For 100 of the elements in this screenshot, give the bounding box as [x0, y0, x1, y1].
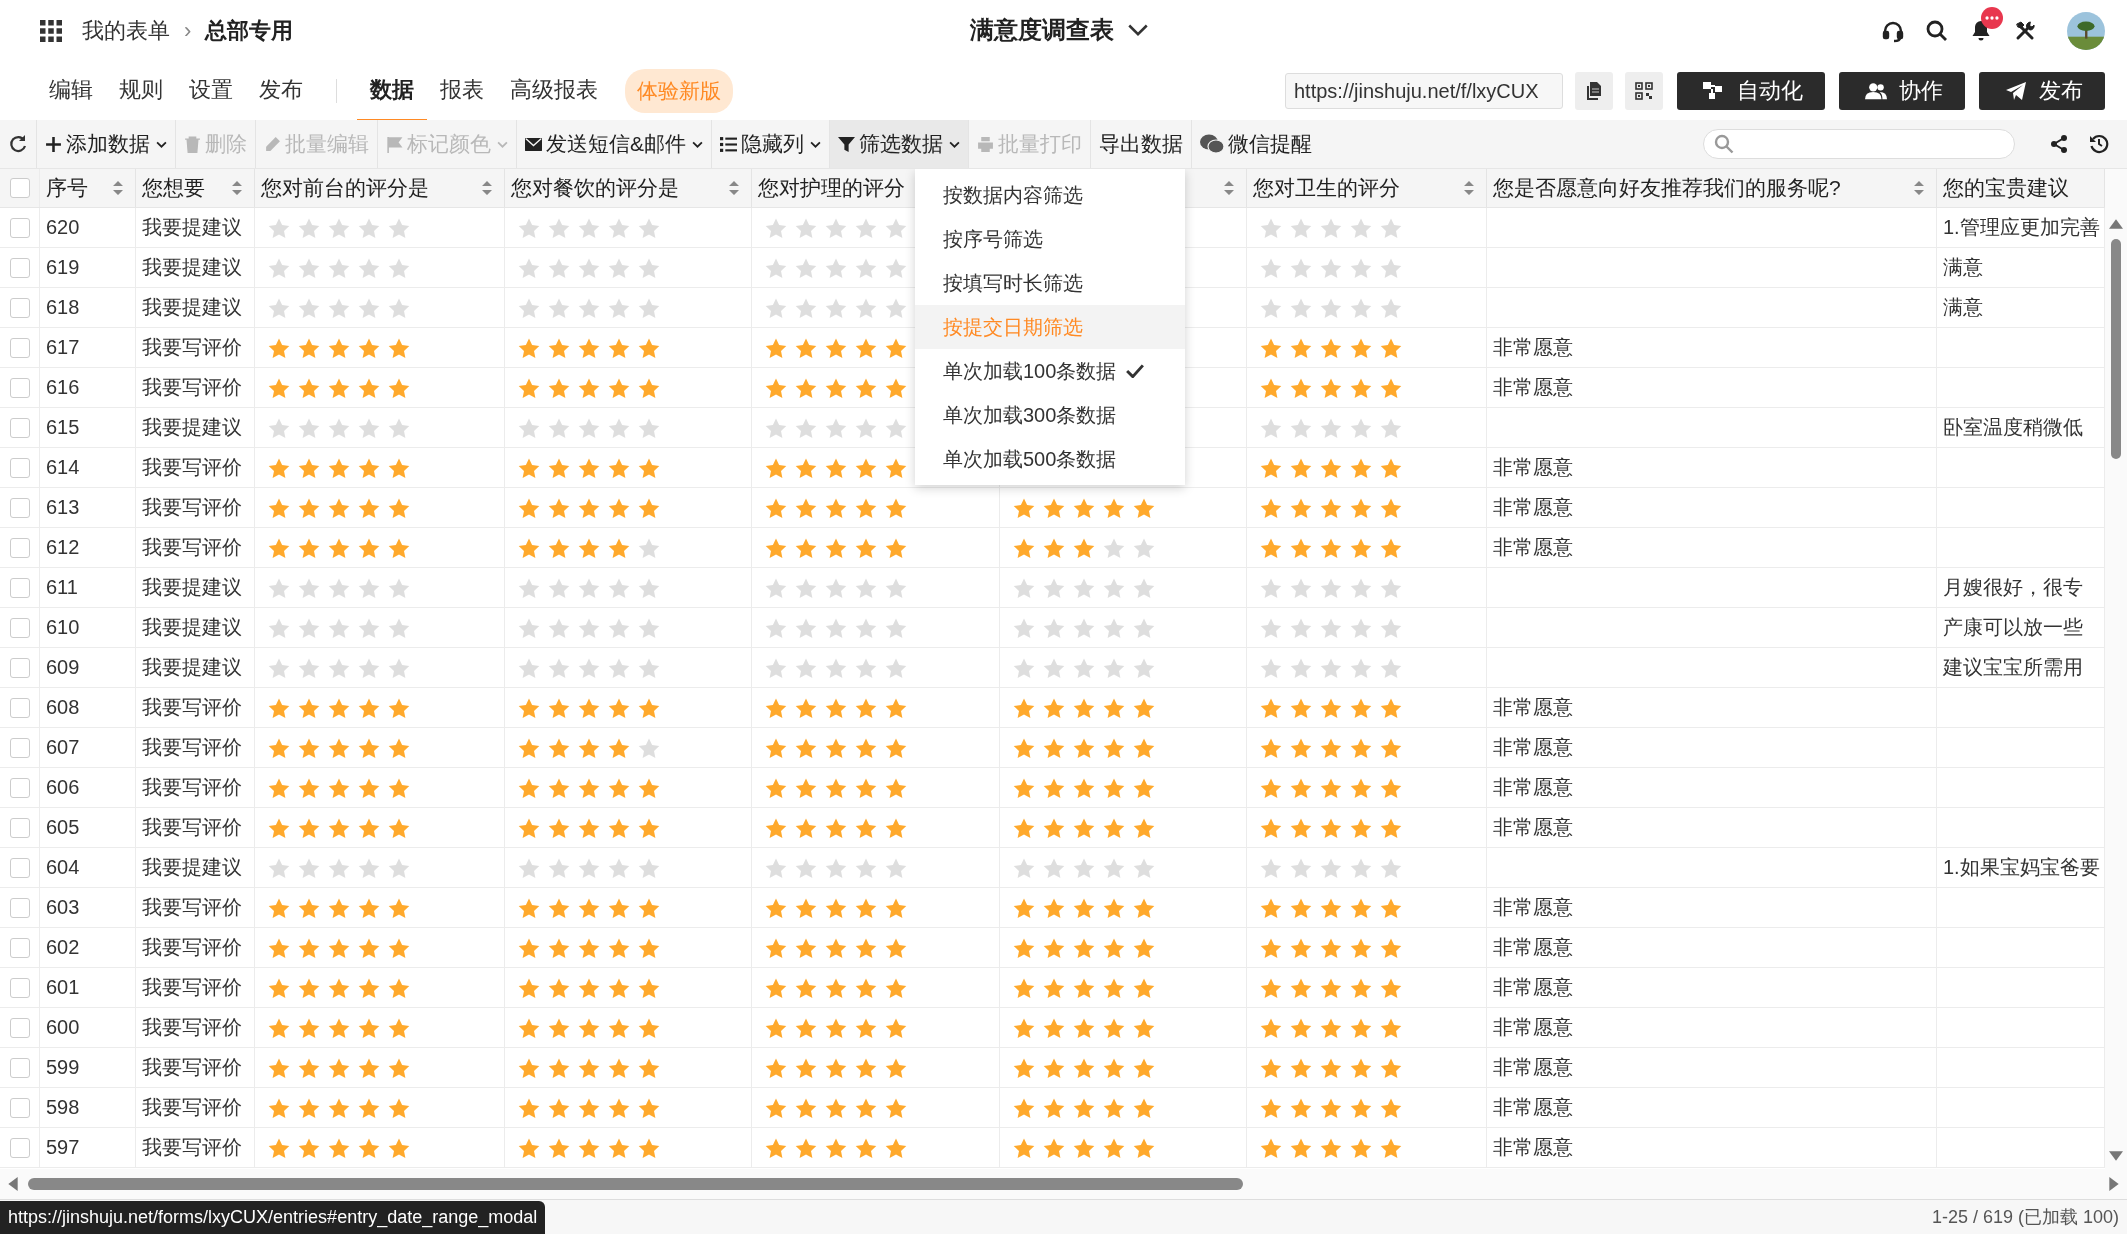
toolbar-button[interactable]: 导出数据 — [1090, 120, 1191, 168]
scroll-right-icon[interactable] — [2109, 1177, 2119, 1191]
apps-grid-icon[interactable] — [40, 20, 62, 42]
row-checkbox[interactable] — [9, 1137, 30, 1158]
table-cell: 600 — [46, 1016, 80, 1039]
history-icon[interactable] — [2089, 134, 2109, 154]
row-checkbox[interactable] — [9, 1097, 30, 1118]
table-cell-text: 我要提建议 — [142, 255, 242, 280]
row-checkbox[interactable] — [9, 617, 30, 638]
row-checkbox[interactable] — [9, 1057, 30, 1078]
row-checkbox[interactable] — [9, 817, 30, 838]
table-cell-text: 我要写评价 — [142, 375, 242, 400]
sort-icon[interactable] — [729, 181, 739, 195]
table-cell-text: 我要提建议 — [142, 615, 242, 640]
table-cell: 620 — [46, 216, 80, 239]
avatar[interactable] — [2067, 12, 2105, 50]
toolbar-button[interactable]: 微信提醒 — [1191, 120, 1320, 168]
table-cell-text: 我要写评价 — [142, 495, 242, 520]
caret-icon — [949, 140, 960, 148]
sort-icon[interactable] — [1464, 181, 1474, 195]
scroll-left-icon[interactable] — [8, 1177, 18, 1191]
table-cell: 608 — [46, 696, 80, 719]
table-cell: 604 — [46, 856, 80, 879]
table-cell-text: 我要提建议 — [142, 855, 242, 880]
row-checkbox[interactable] — [9, 737, 30, 758]
search-icon[interactable] — [1925, 19, 1949, 43]
select-all-checkbox[interactable] — [9, 178, 30, 198]
sort-icon[interactable] — [113, 181, 123, 195]
sort-icon[interactable] — [482, 181, 492, 195]
row-checkbox[interactable] — [9, 697, 30, 718]
table-cell: 597 — [46, 1136, 80, 1159]
action-button[interactable]: 自动化 — [1677, 72, 1825, 110]
row-checkbox[interactable] — [9, 217, 30, 238]
row-checkbox[interactable] — [9, 257, 30, 278]
row-checkbox[interactable] — [9, 577, 30, 598]
share-url-field[interactable]: https://jinshuju.net/f/lxyCUX — [1285, 73, 1563, 109]
menu-item[interactable]: 单次加载100条数据 — [915, 349, 1185, 393]
row-checkbox[interactable] — [9, 497, 30, 518]
nav-tab[interactable]: 设置 — [176, 60, 246, 122]
table-cell-text: 我要提建议 — [142, 575, 242, 600]
action-button[interactable]: 协作 — [1839, 72, 1965, 110]
row-checkbox[interactable] — [9, 777, 30, 798]
row-checkbox[interactable] — [9, 657, 30, 678]
scroll-up-icon[interactable] — [2109, 219, 2123, 229]
table-cell: 616 — [46, 376, 80, 399]
form-title-dropdown[interactable]: 满意度调查表 — [970, 14, 1148, 46]
horizontal-scrollbar-thumb[interactable] — [28, 1178, 1243, 1190]
row-checkbox[interactable] — [9, 937, 30, 958]
table-cell-text: 我要写评价 — [142, 975, 242, 1000]
table-cell-text: 非常愿意 — [1493, 1095, 1573, 1120]
table-cell-text: 1.管理应更加完善 — [1943, 215, 2100, 240]
action-button[interactable]: 发布 — [1979, 72, 2105, 110]
search-field[interactable] — [1703, 129, 2015, 159]
table-cell-text: 我要写评价 — [142, 935, 242, 960]
table-cell: 618 — [46, 296, 80, 319]
row-checkbox[interactable] — [9, 537, 30, 558]
envelope-icon — [525, 135, 542, 153]
scroll-down-icon[interactable] — [2109, 1151, 2123, 1161]
breadcrumb-link[interactable]: 我的表单 — [82, 16, 170, 46]
table-cell-text: 非常愿意 — [1493, 775, 1573, 800]
menu-item[interactable]: 按序号筛选 — [915, 217, 1185, 261]
sort-icon[interactable] — [1224, 181, 1234, 195]
qr-code-icon — [1635, 82, 1653, 100]
table-cell: 598 — [46, 1096, 80, 1119]
row-checkbox[interactable] — [9, 857, 30, 878]
row-checkbox[interactable] — [9, 337, 30, 358]
table-cell: 611 — [46, 576, 78, 599]
row-checkbox[interactable] — [9, 977, 30, 998]
qr-code-button[interactable] — [1625, 72, 1663, 110]
copy-button[interactable] — [1575, 72, 1613, 110]
toolbar-button[interactable]: 发送短信&邮件 — [516, 120, 711, 168]
vertical-scrollbar-thumb[interactable] — [2111, 239, 2121, 459]
menu-item[interactable]: 单次加载300条数据 — [915, 393, 1185, 437]
menu-item[interactable]: 单次加载500条数据 — [915, 437, 1185, 481]
toolbar-button[interactable]: 添加数据 — [36, 120, 175, 168]
sort-icon[interactable] — [232, 181, 242, 195]
menu-item[interactable]: 按数据内容筛选 — [915, 173, 1185, 217]
headset-icon[interactable] — [1881, 19, 1905, 43]
share-icon[interactable] — [2049, 134, 2069, 154]
list-icon — [720, 135, 737, 153]
table-cell-text: 我要写评价 — [142, 895, 242, 920]
row-checkbox[interactable] — [9, 417, 30, 438]
row-checkbox[interactable] — [9, 897, 30, 918]
refresh-icon[interactable] — [8, 134, 28, 154]
sort-icon[interactable] — [1914, 181, 1924, 195]
table-cell-text: 我要写评价 — [142, 455, 242, 480]
row-checkbox[interactable] — [9, 457, 30, 478]
row-checkbox[interactable] — [9, 1017, 30, 1038]
menu-item[interactable]: 按填写时长筛选 — [915, 261, 1185, 305]
chevron-down-icon — [1128, 23, 1148, 37]
row-checkbox[interactable] — [9, 377, 30, 398]
nav-tab[interactable]: 发布 — [246, 60, 316, 122]
nav-tab[interactable]: 报表 — [427, 60, 497, 122]
toolbar-button[interactable]: 筛选数据 — [829, 120, 968, 168]
printer-icon — [977, 135, 994, 153]
column-header: 您想要 — [142, 175, 205, 201]
nav-tab[interactable]: 高级报表 — [497, 60, 611, 122]
nav-tab[interactable]: 规则 — [106, 60, 176, 122]
row-checkbox[interactable] — [9, 297, 30, 318]
nav-tab[interactable]: 编辑 — [36, 60, 106, 122]
